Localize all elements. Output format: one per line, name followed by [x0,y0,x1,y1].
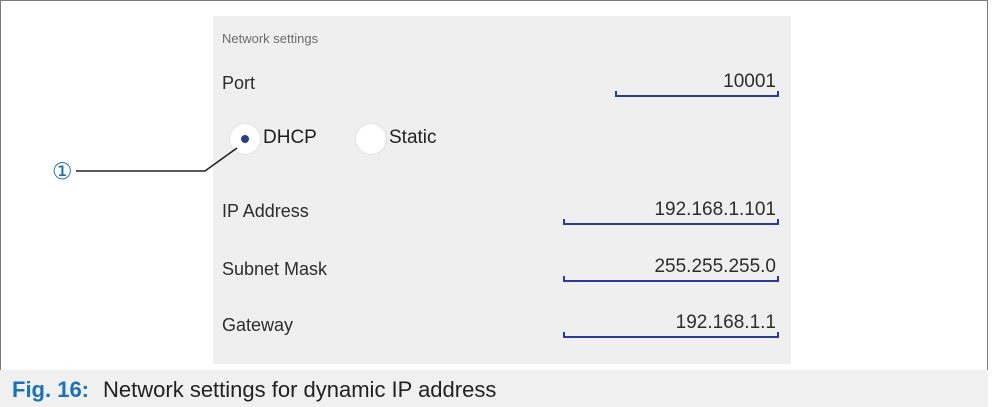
port-field-tick-right [777,91,779,97]
ip-address-value: 192.168.1.101 [654,199,776,220]
gateway-field-underline [563,336,779,338]
subnet-mask-field[interactable]: 255.255.255.0 [563,256,779,282]
ip-address-field-tick-left [563,219,565,225]
section-title: Network settings [222,31,319,46]
subnet-mask-value: 255.255.255.0 [654,256,776,277]
ip-address-field-underline [563,223,779,225]
dhcp-radio[interactable] [230,124,260,154]
gateway-value: 192.168.1.1 [675,312,776,333]
ip-address-field-tick-right [777,219,779,225]
gateway-field-tick-left [563,332,565,338]
dhcp-radio-selected-dot [241,135,249,143]
figure-caption: Fig. 16: Network settings for dynamic IP … [12,377,496,403]
ip-address-field[interactable]: 192.168.1.101 [563,199,779,225]
static-radio[interactable] [356,124,386,154]
port-field-underline [615,95,779,97]
subnet-mask-field-tick-left [563,276,565,282]
figure-label: Fig. 16: [12,377,90,402]
static-radio-label[interactable]: Static [389,127,437,149]
subnet-mask-field-underline [563,280,779,282]
port-value: 10001 [723,71,776,92]
dhcp-radio-label[interactable]: DHCP [263,127,317,149]
port-field[interactable]: 10001 [615,71,779,97]
callout-number: ① [52,159,73,185]
gateway-field[interactable]: 192.168.1.1 [563,312,779,338]
figure-caption-text: Network settings for dynamic IP address [103,377,497,402]
gateway-field-tick-right [777,332,779,338]
subnet-mask-label: Subnet Mask [222,259,328,279]
subnet-mask-field-tick-right [777,276,779,282]
port-field-tick-left [615,91,617,97]
ip-address-label: IP Address [222,201,309,221]
gateway-label: Gateway [222,315,294,335]
port-label: Port [222,73,256,93]
